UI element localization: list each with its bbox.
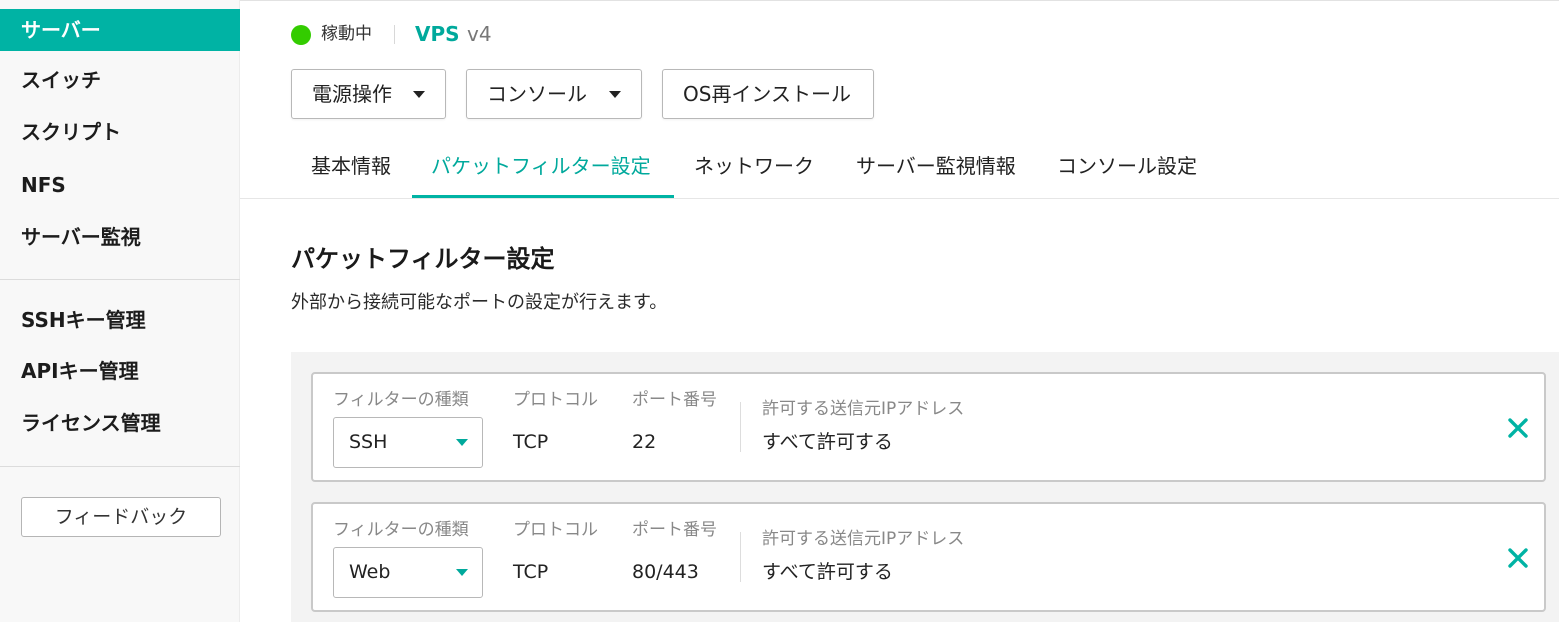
close-icon[interactable] bbox=[1506, 546, 1530, 570]
protocol-value: TCP bbox=[513, 431, 549, 453]
sidebar: サーバー スイッチ スクリプト NFS サーバー監視 SSHキー管理 APIキー… bbox=[0, 0, 240, 622]
caret-down-icon bbox=[609, 91, 621, 98]
sidebar-item-server-monitoring[interactable]: サーバー監視 bbox=[0, 216, 240, 258]
filter-type-select[interactable]: Web bbox=[333, 547, 483, 598]
caret-down-icon bbox=[456, 439, 468, 446]
protocol-label: プロトコル bbox=[513, 390, 598, 410]
os-reinstall-button[interactable]: OS再インストール bbox=[662, 69, 874, 119]
source-ip-value: すべて許可する bbox=[762, 431, 893, 453]
power-operation-label: 電源操作 bbox=[312, 82, 392, 106]
tabs-divider bbox=[240, 198, 1559, 199]
filter-type-value: SSH bbox=[349, 431, 388, 453]
filter-card: フィルターの種類 SSH プロトコル TCP ポート番号 22 許可する送信元I… bbox=[311, 372, 1546, 482]
feedback-button[interactable]: フィードバック bbox=[21, 497, 221, 537]
filter-separator bbox=[740, 532, 741, 582]
filter-type-label: フィルターの種類 bbox=[333, 390, 469, 410]
filter-card: フィルターの種類 Web プロトコル TCP ポート番号 80/443 許可する… bbox=[311, 502, 1546, 612]
sidebar-item-api-keys[interactable]: APIキー管理 bbox=[0, 350, 240, 392]
source-ip-label: 許可する送信元IPアドレス bbox=[762, 399, 965, 419]
status-text: 稼動中 bbox=[321, 24, 372, 44]
port-label: ポート番号 bbox=[632, 390, 717, 410]
tab-basic-info[interactable]: 基本情報 bbox=[311, 146, 391, 186]
top-border bbox=[240, 0, 1559, 1]
console-label: コンソール bbox=[487, 82, 587, 106]
port-label: ポート番号 bbox=[632, 520, 717, 540]
server-version: v4 bbox=[467, 22, 492, 46]
status-indicator bbox=[291, 25, 311, 45]
filter-separator bbox=[740, 402, 741, 452]
tab-server-monitoring-info[interactable]: サーバー監視情報 bbox=[856, 146, 1016, 186]
sidebar-divider bbox=[0, 279, 240, 280]
sidebar-item-ssh-keys[interactable]: SSHキー管理 bbox=[0, 299, 240, 341]
section-title: パケットフィルター設定 bbox=[291, 245, 555, 273]
section-description: 外部から接続可能なポートの設定が行えます。 bbox=[291, 292, 668, 313]
sidebar-divider bbox=[0, 466, 240, 467]
filter-type-value: Web bbox=[349, 561, 391, 583]
sidebar-item-licenses[interactable]: ライセンス管理 bbox=[0, 402, 240, 444]
os-reinstall-label: OS再インストール bbox=[683, 82, 852, 106]
filter-type-select[interactable]: SSH bbox=[333, 417, 483, 468]
source-ip-label: 許可する送信元IPアドレス bbox=[762, 529, 965, 549]
caret-down-icon bbox=[456, 569, 468, 576]
caret-down-icon bbox=[413, 91, 425, 98]
close-icon[interactable] bbox=[1506, 416, 1530, 440]
console-button[interactable]: コンソール bbox=[466, 69, 642, 119]
protocol-label: プロトコル bbox=[513, 520, 598, 540]
protocol-value: TCP bbox=[513, 561, 549, 583]
active-tab-indicator bbox=[412, 195, 674, 198]
tab-console-settings[interactable]: コンソール設定 bbox=[1057, 146, 1197, 186]
port-value: 22 bbox=[632, 431, 657, 453]
port-value: 80/443 bbox=[632, 561, 699, 583]
source-ip-value: すべて許可する bbox=[762, 561, 893, 583]
tab-network[interactable]: ネットワーク bbox=[694, 146, 814, 186]
power-operation-button[interactable]: 電源操作 bbox=[291, 69, 446, 119]
sidebar-item-switch[interactable]: スイッチ bbox=[0, 59, 240, 101]
sidebar-item-nfs[interactable]: NFS bbox=[0, 164, 240, 206]
filter-type-label: フィルターの種類 bbox=[333, 520, 469, 540]
tab-packet-filter[interactable]: パケットフィルター設定 bbox=[431, 146, 651, 186]
header-separator bbox=[394, 25, 395, 44]
server-name: VPS bbox=[415, 22, 460, 46]
sidebar-item-server[interactable]: サーバー bbox=[0, 9, 240, 51]
sidebar-item-script[interactable]: スクリプト bbox=[0, 111, 240, 153]
